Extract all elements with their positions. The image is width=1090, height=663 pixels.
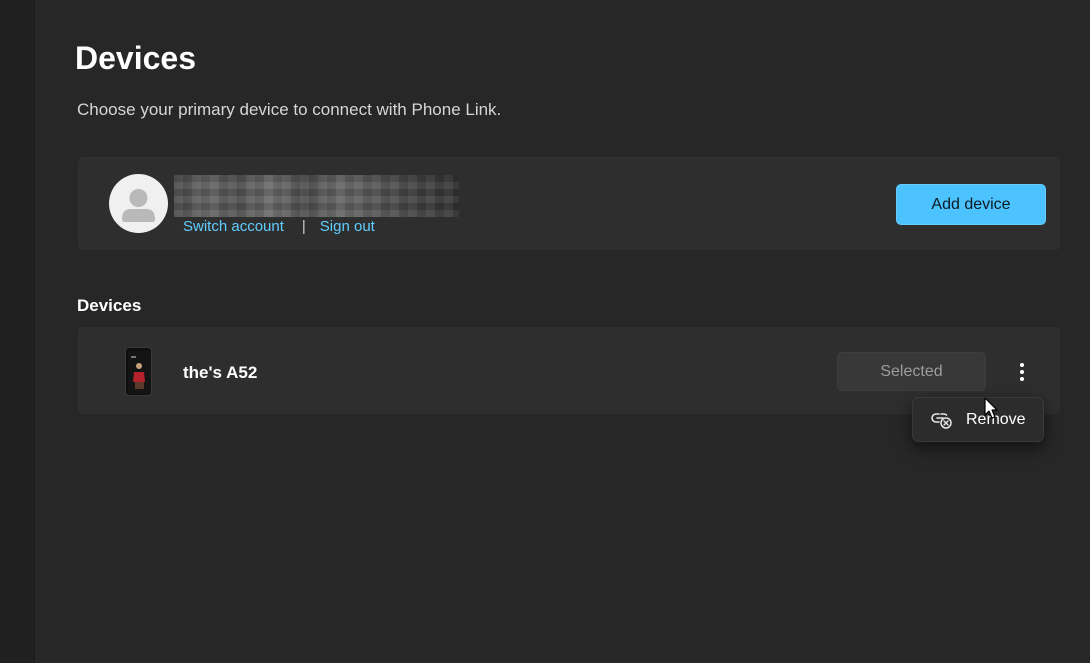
add-device-button[interactable]: Add device [896,184,1046,225]
sign-out-link[interactable]: Sign out [320,218,375,235]
mouse-cursor-icon [984,397,998,419]
selected-button[interactable]: Selected [837,352,986,391]
phone-thumbnail [125,347,152,396]
page-title: Devices [75,40,196,76]
navigation-rail [0,0,35,663]
account-card: Switch account | Sign out Add device [78,157,1060,250]
context-menu: Remove [912,397,1044,442]
devices-section-heading: Devices [77,296,142,315]
avatar [109,174,168,233]
unlink-icon [931,413,952,429]
more-options-icon [1020,362,1024,367]
device-name: the's A52 [183,363,258,382]
phone-wallpaper-image [128,351,151,394]
remove-menu-item[interactable]: Remove [917,402,1039,437]
person-icon [122,189,155,222]
switch-account-link[interactable]: Switch account [183,218,284,235]
link-separator: | [301,218,306,235]
more-dot [1020,369,1024,374]
more-dot [1020,376,1024,381]
more-options-button[interactable] [1004,352,1040,391]
page-subtitle: Choose your primary device to connect wi… [77,100,502,119]
account-links: Switch account | Sign out [183,218,375,235]
redacted-account-email [174,175,459,217]
